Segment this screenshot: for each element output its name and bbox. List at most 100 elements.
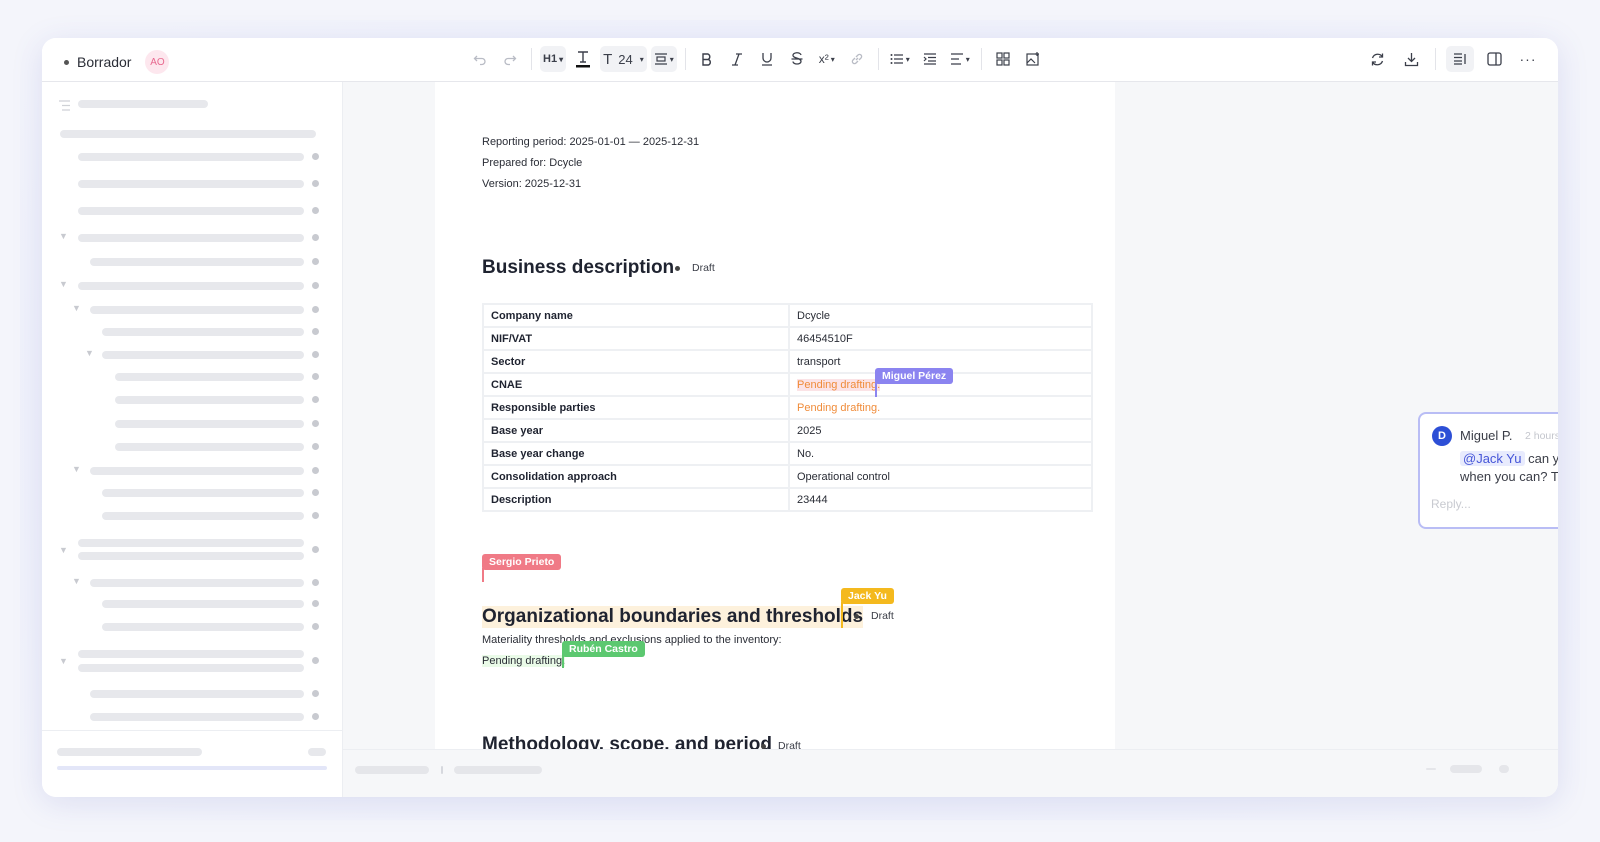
chevron-down-icon[interactable]: ▼ [72,576,81,586]
table-value[interactable]: Operational control [788,464,1093,489]
table-value[interactable]: 2025 [788,418,1093,443]
skeleton-dot [312,207,319,214]
skeleton-line [454,766,542,774]
chevron-down-icon[interactable]: ▼ [72,303,81,313]
chevron-down-icon: ▾ [639,54,644,64]
skeleton-line [78,539,304,547]
bold-icon[interactable] [694,46,720,72]
font-size-select[interactable]: T 24 ▾ [600,46,647,72]
chevron-down-icon: ▾ [669,54,674,64]
table-value[interactable]: Dcycle [788,303,1093,328]
section-heading: Organizational boundaries and thresholds [482,606,864,628]
table-row: Sector transport [482,349,1093,374]
table-key: Base year [482,418,790,443]
skeleton-line [102,600,304,608]
heading-select[interactable]: H1 ▾ [540,46,567,72]
skeleton-dot [312,180,319,187]
status-badge[interactable]: Draft [761,740,817,749]
underline-icon[interactable] [754,46,780,72]
chevron-down-icon[interactable]: ▼ [59,279,68,289]
redo-icon[interactable] [497,46,523,72]
image-add-icon[interactable] [1020,46,1046,72]
skeleton-line [102,351,304,359]
bullet-list-icon[interactable]: ▾ [887,46,913,72]
skeleton-line [102,623,304,631]
skeleton-line [90,467,304,475]
spacing-select[interactable]: ▾ [650,46,677,72]
skeleton-dot [312,512,319,519]
panel-icon[interactable] [1480,46,1508,72]
outline-icon[interactable] [1446,46,1474,72]
table-value[interactable]: 46454510F [788,326,1093,351]
reply-input[interactable]: Reply... [1431,497,1471,511]
outline-sidebar: ▼ ▼ ▼ ▼ ▼ ▼ ▼ ▼ [42,82,343,797]
more-icon[interactable]: ··· [1514,46,1542,72]
skeleton-line [78,664,304,672]
skeleton-dot [312,690,319,697]
toolbar-actions: ··· [1363,46,1542,72]
toolbar: Borrador AO H1 ▾ T 24 ▾ ▾ x² ▾ ▾ ▾ ··· [42,38,1558,82]
status-badge[interactable]: Draft [675,262,731,274]
skeleton-line [90,579,304,587]
doc-title[interactable]: Borrador [77,54,131,70]
skeleton-line [60,130,316,138]
chevron-down-icon[interactable]: ▼ [85,348,94,358]
zoom-out-icon[interactable] [1426,768,1436,770]
status-label: Draft [692,262,715,274]
table-value[interactable]: Pending drafting. [788,395,1093,420]
table-value[interactable]: No. [788,441,1093,466]
superscript-button[interactable]: x² ▾ [814,46,840,72]
italic-icon[interactable] [724,46,750,72]
cursor-caret [482,568,484,582]
separator [980,48,982,70]
document-page[interactable]: Reporting period: 2025-01-01 — 2025-12-3… [435,82,1115,749]
table-value[interactable]: 23444 [788,487,1093,512]
avatar[interactable]: AO [145,50,170,74]
strikethrough-icon[interactable] [784,46,810,72]
sync-icon[interactable] [1363,46,1391,72]
indent-icon[interactable] [917,46,943,72]
skeleton-dot [312,579,319,586]
text-color-icon[interactable] [570,46,596,72]
status-badge[interactable]: Draft [854,610,910,622]
skeleton-line [90,258,304,266]
mention[interactable]: @Jack Yu [1460,451,1525,466]
doc-status: Borrador AO [64,50,170,74]
skeleton-line [78,282,304,290]
link-icon[interactable] [844,46,870,72]
blocks-icon[interactable] [990,46,1016,72]
table-key: Responsible parties [482,395,790,420]
skeleton-dot [312,258,319,265]
status-dot [761,743,766,749]
skeleton-line [57,748,202,756]
outline-icon [58,98,71,116]
status-dot [64,59,69,65]
table-row: Responsible parties Pending drafting. [482,395,1093,420]
undo-icon[interactable] [467,46,493,72]
chevron-down-icon[interactable]: ▼ [72,464,81,474]
chevron-down-icon[interactable]: ▼ [59,231,68,241]
table-row: Base year 2025 [482,418,1093,443]
separator [684,48,686,70]
align-icon[interactable]: ▾ [947,46,973,72]
table-row: Company name Dcycle [482,303,1093,328]
collaborator-tag: Miguel Pérez [875,368,954,384]
skeleton-dot [312,443,319,450]
skeleton-line [90,690,304,698]
skeleton-dot [312,153,319,160]
download-icon[interactable] [1397,46,1425,72]
status-bar [343,749,1558,797]
chevron-down-icon[interactable]: ▼ [59,656,68,666]
zoom-in-icon[interactable] [1499,765,1509,773]
comment-card[interactable]: D Miguel P. 2 hours ago ✓ ··· @Jack Yu c… [1418,412,1558,529]
skeleton-line [78,552,304,560]
skeleton-line [1450,765,1482,773]
skeleton-line [115,396,304,404]
skeleton-dot [312,467,319,474]
table-row: NIF/VAT 46454510F [482,326,1093,351]
business-table: Company name Dcycle NIF/VAT 46454510F Sect… [482,303,1093,512]
chevron-down-icon[interactable]: ▼ [59,545,68,555]
separator [877,48,879,70]
skeleton-line [78,180,304,188]
section-heading: Methodology, scope, and period [482,734,772,749]
